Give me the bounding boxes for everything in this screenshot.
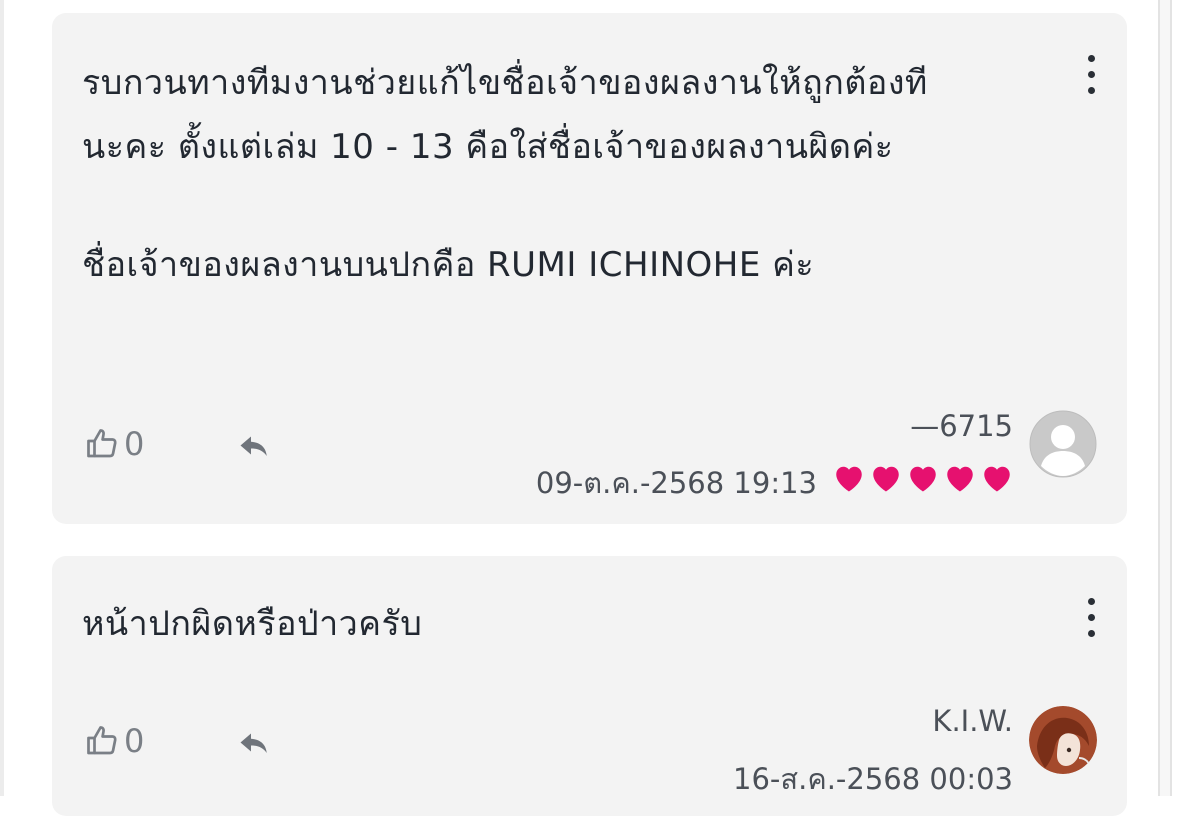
comment-date: 09-ต.ค.-2568 19:13 xyxy=(535,466,817,500)
comment-author: —6715 xyxy=(910,409,1013,443)
heart-icon xyxy=(873,466,899,492)
comment-paragraph: ชื่อเจ้าของผลงานบนปกคือ RUMI ICHINOHE ค่… xyxy=(82,245,815,285)
heart-icon xyxy=(947,466,973,492)
scrollbar-track[interactable] xyxy=(1158,0,1172,796)
default-user-icon xyxy=(1029,410,1097,478)
comment-line: นะคะ ตั้งแต่เล่ม 10 - 13 คือใส่ชื่อเจ้าข… xyxy=(82,127,894,167)
heart-icon xyxy=(910,466,936,492)
avatar[interactable] xyxy=(1029,706,1097,774)
comment-card: รบกวนทางทีมงานช่วยแก้ไขชื่อเจ้าของผลงานใ… xyxy=(52,13,1127,524)
heart-icon xyxy=(836,466,862,492)
comment-body: หน้าปกผิดหรือป่าวครับ xyxy=(82,592,1062,656)
comment-line: หน้าปกผิดหรือป่าวครับ xyxy=(82,604,423,644)
avatar[interactable] xyxy=(1029,410,1097,478)
reply-arrow-icon xyxy=(240,436,267,456)
page-edge xyxy=(0,0,4,796)
like-count: 0 xyxy=(124,425,145,463)
thumbs-up-icon xyxy=(87,726,117,755)
comment-date: 16-ส.ค.-2568 00:03 xyxy=(733,762,1013,796)
heart-icon xyxy=(984,466,1010,492)
comment-line: รบกวนทางทีมงานช่วยแก้ไขชื่อเจ้าของผลงานใ… xyxy=(82,63,928,103)
like-button[interactable]: 0 xyxy=(84,425,144,463)
comment-author: K.I.W. xyxy=(932,704,1013,738)
comment-card: หน้าปกผิดหรือป่าวครับ 0 K.I.W. 16-ส.ค.-2… xyxy=(52,556,1127,816)
more-vertical-icon[interactable] xyxy=(1085,53,1097,97)
reply-arrow-icon xyxy=(240,733,267,753)
like-button[interactable]: 0 xyxy=(84,722,144,760)
reply-button[interactable] xyxy=(234,429,274,469)
comment-body: รบกวนทางทีมงานช่วยแก้ไขชื่อเจ้าของผลงานใ… xyxy=(82,51,1062,179)
more-vertical-icon[interactable] xyxy=(1085,596,1097,640)
rating-hearts xyxy=(831,460,1015,496)
like-count: 0 xyxy=(124,722,145,760)
thumbs-up-icon xyxy=(87,429,117,458)
user-photo-icon xyxy=(1029,706,1097,774)
reply-button[interactable] xyxy=(234,726,274,766)
